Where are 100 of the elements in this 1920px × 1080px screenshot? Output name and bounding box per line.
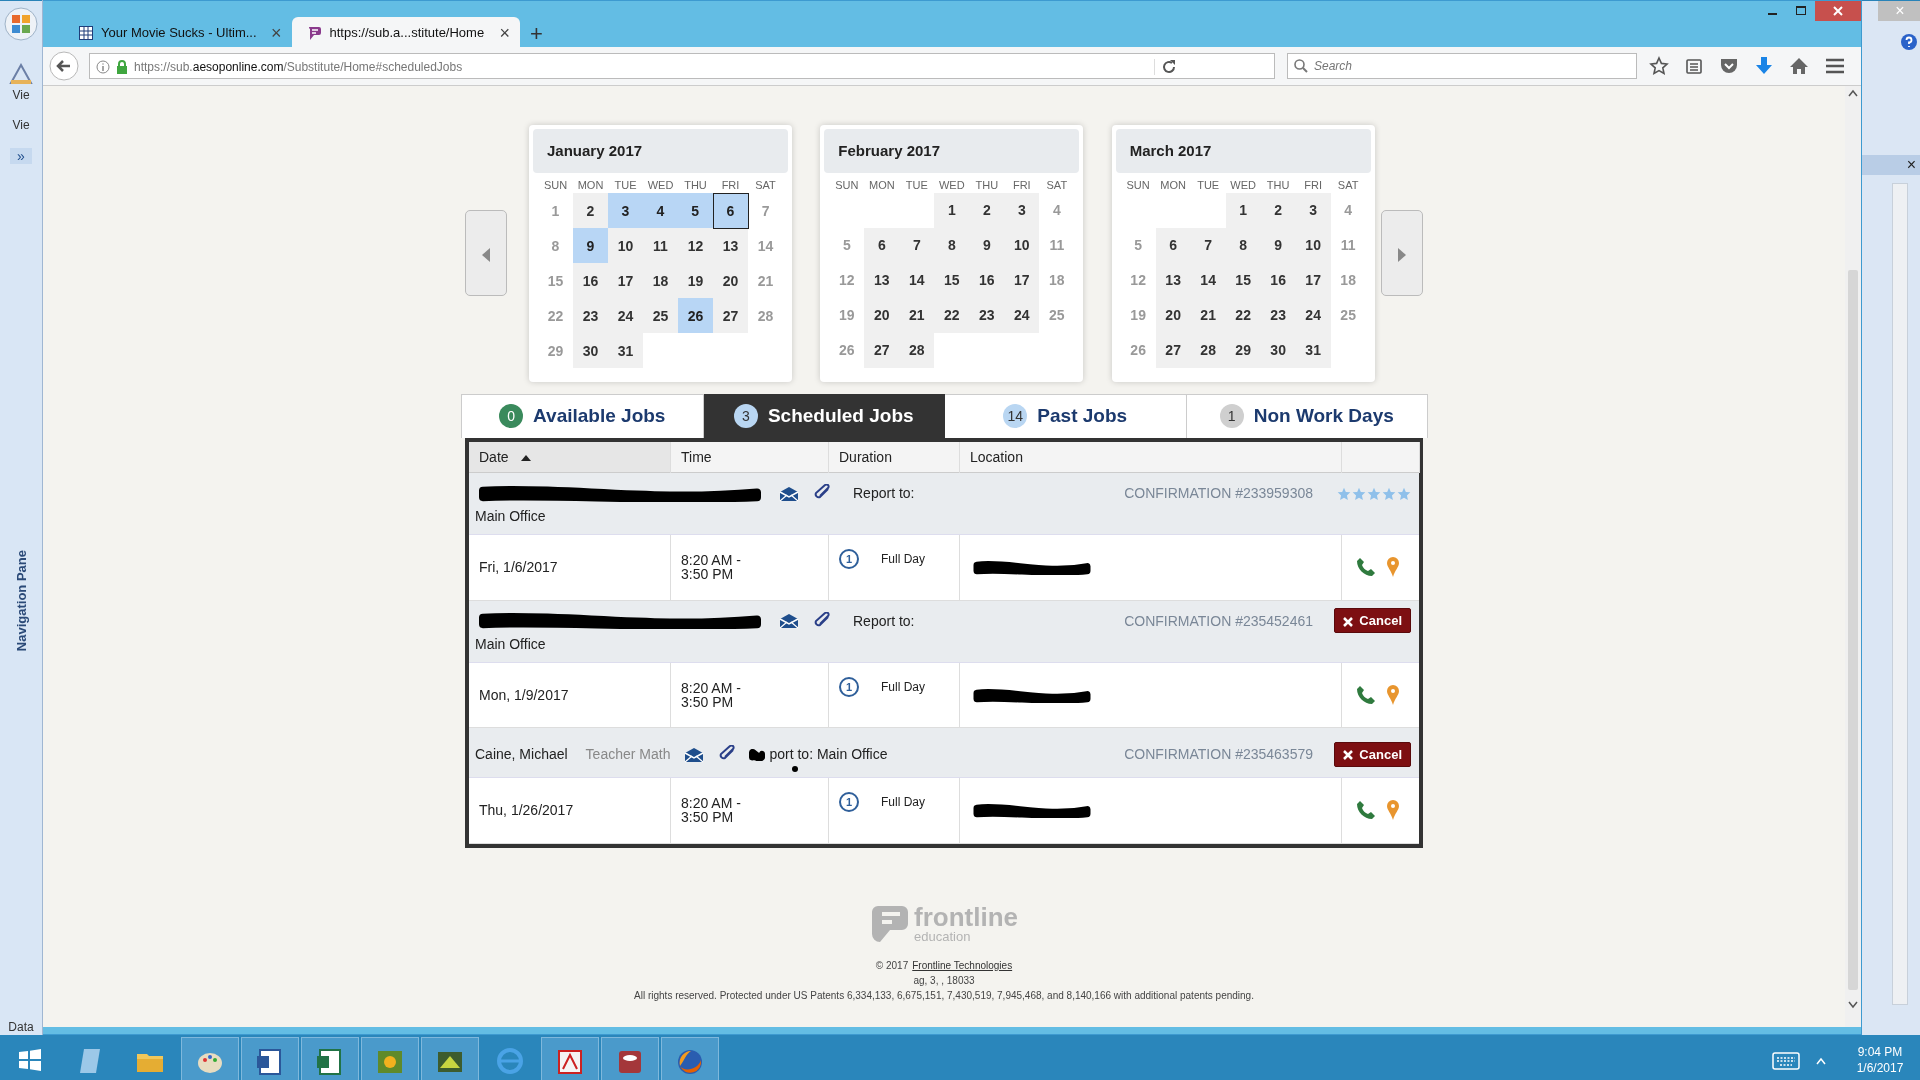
- calendar-day[interactable]: 3: [608, 193, 643, 228]
- calendar-day[interactable]: 27: [713, 298, 748, 333]
- calendar-day[interactable]: 27: [864, 332, 900, 368]
- taskbar-button[interactable]: [541, 1037, 599, 1080]
- calendar-day[interactable]: 22: [934, 297, 970, 333]
- calendar-day[interactable]: 9: [969, 227, 1005, 263]
- calendar-day[interactable]: 3: [1295, 192, 1331, 228]
- taskbar-button[interactable]: [421, 1037, 479, 1080]
- phone-icon[interactable]: [1356, 684, 1376, 705]
- search-field[interactable]: Search: [1287, 52, 1637, 79]
- cancel-button[interactable]: Cancel: [1334, 608, 1411, 633]
- pocket-icon[interactable]: [1719, 56, 1739, 75]
- menu-icon[interactable]: [1825, 57, 1845, 74]
- expand-button[interactable]: »: [10, 147, 32, 164]
- phone-icon[interactable]: [1356, 557, 1376, 578]
- calendar-day[interactable]: 6: [864, 227, 900, 263]
- calendar-day[interactable]: 12: [678, 228, 713, 263]
- calendar-day[interactable]: 10: [608, 228, 643, 263]
- calendar-day[interactable]: 13: [864, 262, 900, 298]
- ruler-icon[interactable]: [9, 62, 33, 85]
- calendar-day[interactable]: 23: [969, 297, 1005, 333]
- close-tab-button[interactable]: ×: [499, 22, 511, 43]
- calendar-day[interactable]: 23: [573, 298, 608, 333]
- calendar-day[interactable]: 26: [678, 298, 713, 333]
- calendar-day[interactable]: 2: [969, 192, 1005, 228]
- calendar-day[interactable]: 10: [1004, 227, 1040, 263]
- calendar-day[interactable]: 2: [1260, 192, 1296, 228]
- jobs-tab[interactable]: 3 Scheduled Jobs: [703, 394, 945, 438]
- calendar-day[interactable]: 14: [899, 262, 935, 298]
- weekday-label: MON: [577, 178, 604, 191]
- calendar-day[interactable]: 20: [1155, 297, 1191, 333]
- jobs-tab[interactable]: 1 Non Work Days: [1186, 394, 1428, 438]
- calendar-day[interactable]: 4: [643, 193, 678, 228]
- clock[interactable]: 9:04 PM 1/6/2017: [1840, 1044, 1920, 1077]
- star-rating[interactable]: [1336, 486, 1411, 501]
- start-icon[interactable]: [18, 1048, 42, 1073]
- calendar-day[interactable]: 25: [643, 298, 678, 333]
- calendar-day[interactable]: 7: [1190, 227, 1226, 263]
- taskbar-button[interactable]: [661, 1037, 719, 1080]
- calendar-day[interactable]: 20: [713, 263, 748, 298]
- new-tab-button[interactable]: +: [530, 21, 543, 47]
- taskbar-button[interactable]: [601, 1037, 659, 1080]
- calendar-day[interactable]: 27: [1155, 332, 1191, 368]
- jobs-tab[interactable]: 14 Past Jobs: [944, 394, 1186, 438]
- calendar-day[interactable]: 17: [1004, 262, 1040, 298]
- reading-list-icon[interactable]: [1685, 56, 1703, 75]
- calendar-day[interactable]: 17: [608, 263, 643, 298]
- calendar-day[interactable]: 1: [934, 192, 970, 228]
- company-link[interactable]: Frontline Technologies: [912, 959, 1013, 971]
- envelope-icon[interactable]: [684, 746, 705, 763]
- column-header[interactable]: Duration: [828, 441, 960, 473]
- browser-tab[interactable]: Your Movie Sucks - Ultim... ×: [65, 17, 292, 47]
- calendar-day[interactable]: 9: [573, 228, 608, 263]
- envelope-icon[interactable]: [779, 613, 799, 630]
- column-header[interactable]: Location: [959, 441, 1342, 473]
- close-icon[interactable]: [1815, 1, 1861, 21]
- address-field[interactable]: https://sub.aesoponline.com/Substitute/Home#scheduledJobs: [89, 52, 1275, 79]
- cancel-button[interactable]: Cancel: [1334, 741, 1411, 767]
- calendar-day[interactable]: 18: [643, 263, 678, 298]
- calendar-day[interactable]: 2: [573, 193, 608, 228]
- calendar-day[interactable]: 31: [608, 333, 643, 368]
- column-header[interactable]: Date: [469, 441, 671, 473]
- calendar-day[interactable]: 16: [573, 263, 608, 298]
- calendar-day[interactable]: 20: [864, 297, 900, 333]
- keyboard-icon[interactable]: [1772, 1051, 1800, 1070]
- phone-icon[interactable]: [1356, 800, 1376, 821]
- download-icon[interactable]: [1755, 55, 1773, 76]
- back-icon[interactable]: [49, 50, 79, 81]
- star-icon[interactable]: [1649, 55, 1669, 76]
- envelope-icon[interactable]: [779, 485, 799, 502]
- calendar-day[interactable]: 13: [1155, 262, 1191, 298]
- scroll-thumb[interactable]: [1848, 269, 1858, 990]
- home-icon[interactable]: [1789, 56, 1809, 75]
- reload-icon[interactable]: [1154, 58, 1177, 75]
- calendar-day[interactable]: 16: [969, 262, 1005, 298]
- calendar-day[interactable]: 24: [608, 298, 643, 333]
- calendar-day[interactable]: 6: [1155, 227, 1191, 263]
- calendar-day[interactable]: 8: [934, 227, 970, 263]
- calendar-day[interactable]: 15: [934, 262, 970, 298]
- calendar-day[interactable]: 7: [899, 227, 935, 263]
- calendar-day[interactable]: 21: [899, 297, 935, 333]
- tray-up-icon[interactable]: [1816, 1056, 1826, 1065]
- calendar-day[interactable]: 5: [678, 193, 713, 228]
- calendar-day[interactable]: 6: [713, 193, 748, 228]
- calendar-day[interactable]: 3: [1004, 192, 1040, 228]
- jobs-tab[interactable]: 0 Available Jobs: [461, 394, 703, 438]
- calendar-day[interactable]: 11: [643, 228, 678, 263]
- scrollbar[interactable]: [1892, 183, 1908, 1006]
- help-icon[interactable]: [1900, 33, 1918, 52]
- calendar-day[interactable]: 13: [713, 228, 748, 263]
- calendar-day[interactable]: 19: [678, 263, 713, 298]
- calendar-day[interactable]: 28: [899, 332, 935, 368]
- taskbar-button[interactable]: [241, 1037, 299, 1080]
- calendar-day[interactable]: 24: [1004, 297, 1040, 333]
- close-tab-button[interactable]: ×: [271, 22, 282, 43]
- browser-tab[interactable]: https://sub.a...stitute/Home ×: [291, 17, 521, 47]
- taskbar-button[interactable]: [301, 1037, 359, 1080]
- column-header[interactable]: Time: [670, 441, 829, 473]
- calendar-day[interactable]: 1: [1225, 192, 1261, 228]
- calendar-day[interactable]: 30: [573, 333, 608, 368]
